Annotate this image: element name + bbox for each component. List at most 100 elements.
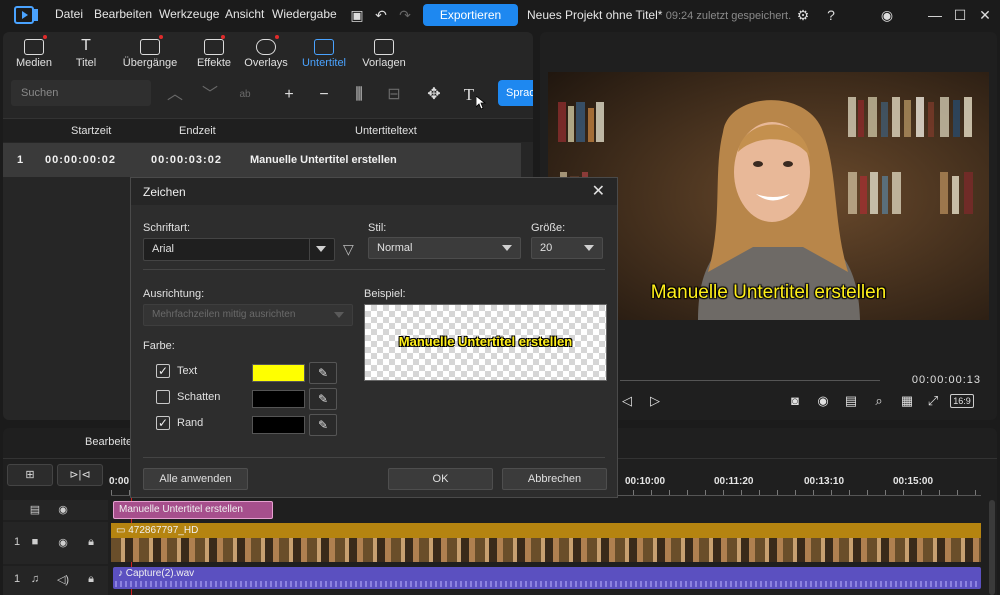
settings-icon[interactable]: ⚙ (794, 6, 812, 24)
tab-titel[interactable]: T Titel (63, 32, 109, 76)
row-end[interactable]: 00:00:03:02 (151, 154, 222, 166)
divider (143, 269, 605, 270)
overlays-icon (256, 39, 276, 55)
video-thumbnails[interactable] (111, 538, 981, 562)
position-icon[interactable]: ✥ (422, 83, 446, 107)
app-logo-icon (14, 5, 40, 25)
close-window-icon[interactable]: ✕ (976, 6, 994, 24)
col-start[interactable]: Startzeit (71, 125, 111, 137)
character-dialog: Zeichen ✕ Schriftart: Arial ▽ Stil: Norm… (130, 177, 618, 498)
tab-effekte[interactable]: Effekte (191, 32, 237, 76)
tab-uebergaenge[interactable]: Übergänge (117, 32, 183, 76)
split-icon[interactable]: ⫼ (347, 83, 371, 107)
ruler-label: 0:00 (109, 476, 130, 487)
table-row[interactable]: 1 00:00:00:02 00:00:03:02 Manuelle Unter… (3, 143, 521, 177)
project-title: Neues Projekt ohne Titel* 09:24 zuletzt … (527, 8, 792, 22)
lock-icon[interactable]: 🔒︎ (83, 573, 99, 586)
redo-icon[interactable]: ↷ (396, 6, 414, 24)
help-icon[interactable]: ? (822, 6, 840, 24)
subtitle-track-icon: ▤ (29, 504, 41, 516)
music-icon: ♫ (30, 573, 40, 585)
alignment-select: Mehrfachzeilen mittig ausrichten (143, 304, 353, 326)
add-track-button[interactable]: ⊞ (7, 464, 53, 486)
border-color-swatch[interactable] (252, 416, 305, 434)
cancel-button[interactable]: Abbrechen (502, 468, 607, 490)
speaker-icon[interactable]: ◁) (55, 573, 71, 586)
fullscreen-icon[interactable]: ⤢ (924, 392, 942, 410)
fit-timeline-button[interactable]: ⊳|⊲ (57, 464, 103, 486)
close-icon[interactable]: ✕ (592, 181, 605, 201)
menu-ansicht[interactable]: Ansicht (225, 7, 264, 21)
tab-untertitel[interactable]: Untertitel (299, 32, 349, 76)
ruler-label: 00:13:10 (804, 476, 845, 487)
apply-all-button[interactable]: Alle anwenden (143, 468, 248, 490)
seek-bar[interactable] (620, 380, 880, 381)
maximize-icon[interactable]: ☐ (951, 6, 969, 24)
eyedropper-icon[interactable]: ✎ (309, 414, 337, 436)
snapshot-icon[interactable]: ◙ (786, 392, 804, 410)
row-start[interactable]: 00:00:00:02 (45, 154, 116, 166)
move-down-icon[interactable]: ﹀ (198, 83, 222, 107)
row-index: 1 (17, 154, 25, 166)
add-subtitle-icon[interactable]: + (277, 83, 301, 107)
text-case-icon[interactable]: ab (233, 83, 257, 107)
timeline-scrollbar[interactable] (989, 500, 995, 595)
lock-icon[interactable]: 🔒︎ (83, 536, 99, 549)
safe-area-icon[interactable]: ▦ (898, 392, 916, 410)
text-color-swatch[interactable] (252, 364, 305, 382)
templates-icon (374, 39, 394, 55)
subtitle-toggle-icon[interactable]: ▤ (842, 392, 860, 410)
text-color-checkbox[interactable]: ✓ (156, 364, 170, 378)
zoom-icon[interactable]: ⌕ (870, 392, 888, 410)
video-clip[interactable]: ▭ 472867797_HD (111, 523, 981, 538)
remove-subtitle-icon[interactable]: − (312, 83, 336, 107)
transition-icon (140, 39, 160, 55)
row-text[interactable]: Manuelle Untertitel erstellen (250, 154, 397, 166)
eyedropper-icon[interactable]: ✎ (309, 362, 337, 384)
menu-bearbeiten[interactable]: Bearbeiten (94, 7, 152, 21)
style-select[interactable]: Normal (368, 237, 521, 259)
undo-icon[interactable]: ↶ (372, 6, 390, 24)
shadow-color-swatch[interactable] (252, 390, 305, 408)
aspect-ratio-badge[interactable]: 16:9 (950, 394, 974, 408)
subtitle-toolbar: Suchen ︿ ﹀ ab + − ⫼ ⊟ ✥ T Sprac (3, 76, 533, 114)
style-label: Stil: (368, 222, 387, 234)
minimize-icon[interactable]: — (926, 6, 944, 24)
border-color-checkbox[interactable]: ✓ (156, 416, 170, 430)
search-input[interactable]: Suchen (11, 80, 151, 106)
font-select[interactable]: Arial (143, 238, 335, 261)
col-end[interactable]: Endzeit (179, 125, 216, 137)
shadow-color-checkbox[interactable] (156, 390, 170, 404)
shadow-color-label: Schatten (177, 391, 221, 403)
tab-medien[interactable]: Medien (9, 32, 59, 76)
speech-to-text-button[interactable]: Sprac (498, 80, 533, 106)
merge-icon[interactable]: ⊟ (382, 83, 406, 107)
timeline-edit-label[interactable]: Bearbeite (85, 436, 132, 448)
sample-text: Manuelle Untertitel erstellen (398, 334, 573, 349)
menu-wiedergabe[interactable]: Wiedergabe (272, 7, 337, 21)
sample-label: Beispiel: (364, 288, 406, 300)
tab-vorlagen[interactable]: Vorlagen (359, 32, 409, 76)
prev-frame-icon[interactable]: ◁ (618, 392, 636, 410)
eyedropper-icon[interactable]: ✎ (309, 388, 337, 410)
playback-speed-icon[interactable]: ◉ (814, 392, 832, 410)
visibility-icon[interactable]: ◉ (55, 503, 71, 516)
next-frame-icon[interactable]: ▷ (646, 392, 664, 410)
media-icon (24, 39, 44, 55)
export-button[interactable]: Exportieren (423, 4, 518, 26)
col-text[interactable]: Untertiteltext (355, 125, 417, 137)
ruler-label: 00:10:00 (625, 476, 666, 487)
visibility-icon[interactable]: ◉ (55, 536, 71, 549)
ok-button[interactable]: OK (388, 468, 493, 490)
filter-icon[interactable]: ▽ (343, 241, 354, 258)
size-select[interactable]: 20 (531, 237, 603, 259)
account-icon[interactable]: ◉ (878, 6, 896, 24)
save-icon[interactable]: ▣ (348, 6, 366, 24)
menu-werkzeuge[interactable]: Werkzeuge (159, 7, 219, 21)
track-number: 1 (13, 573, 21, 585)
subtitle-clip[interactable]: Manuelle Untertitel erstellen (113, 501, 273, 519)
timecode: 00:00:00:13 (911, 374, 981, 386)
tab-overlays[interactable]: Overlays (241, 32, 291, 76)
move-up-icon[interactable]: ︿ (163, 83, 187, 107)
menu-datei[interactable]: Datei (55, 7, 83, 21)
